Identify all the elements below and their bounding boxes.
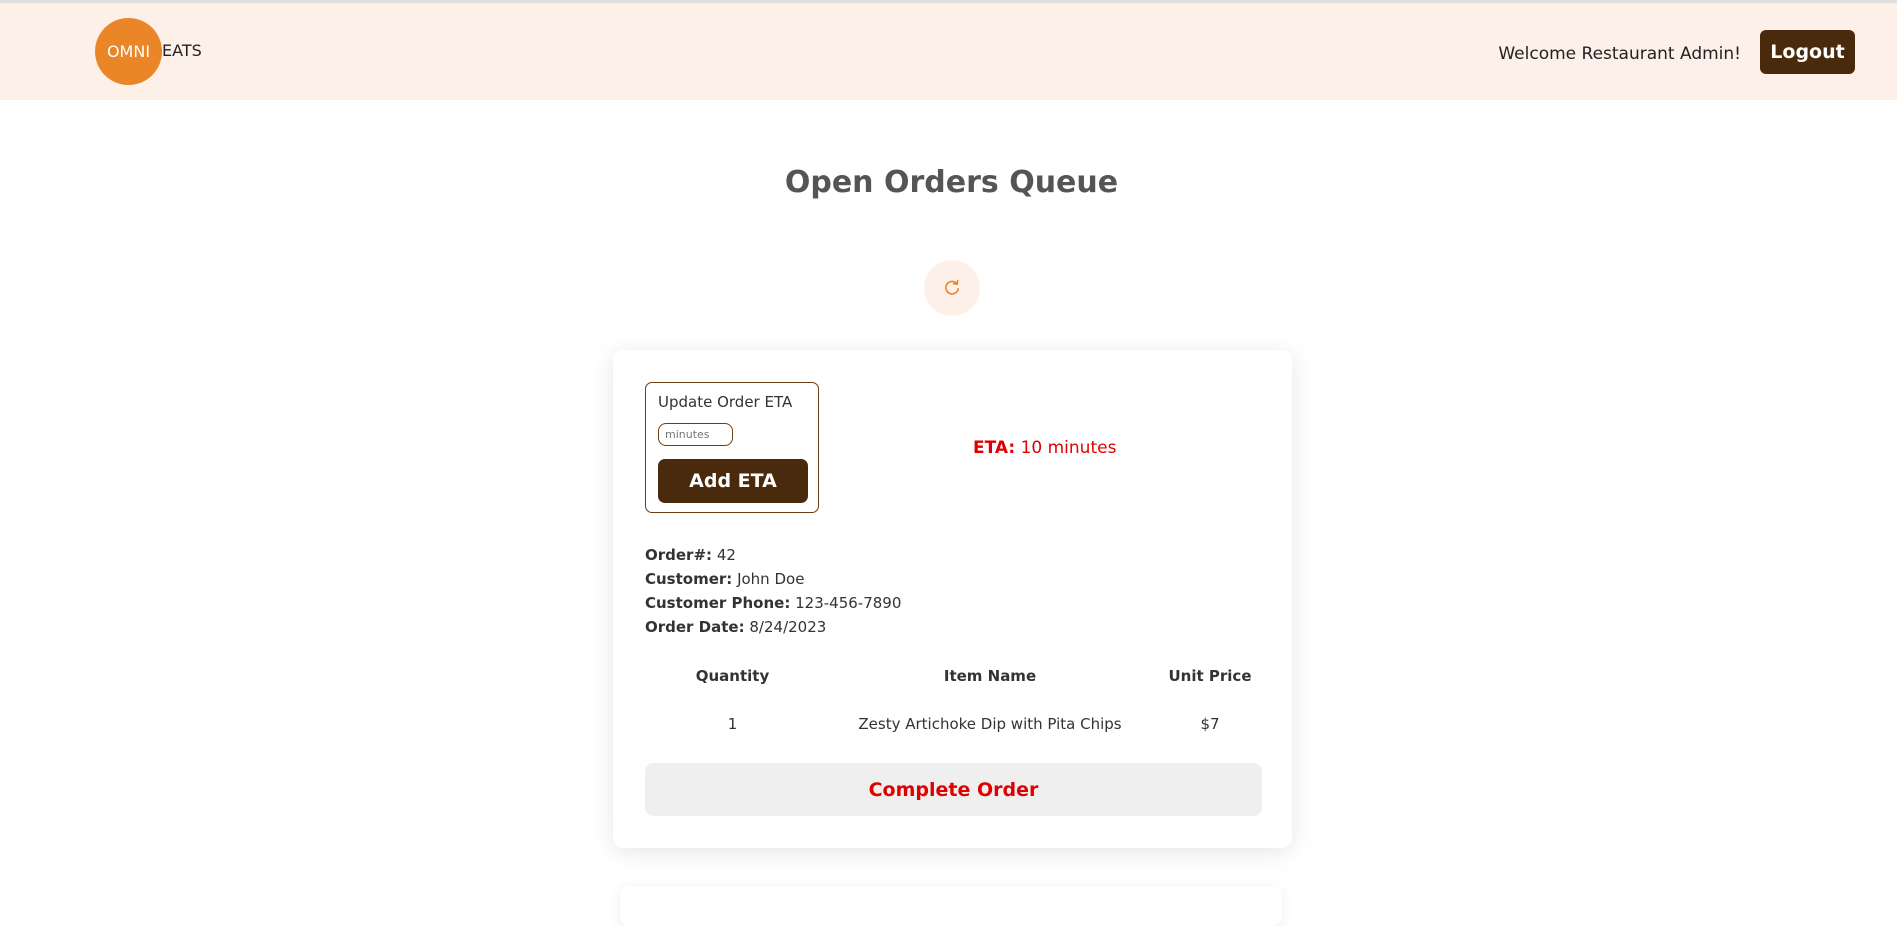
next-order-card — [620, 886, 1282, 926]
eta-label: ETA: — [973, 438, 1016, 458]
item-name: Zesty Artichoke Dip with Pita Chips — [858, 715, 1122, 733]
complete-order-button[interactable]: Complete Order — [645, 763, 1262, 816]
column-header-quantity: Quantity — [695, 667, 770, 685]
order-card: Update Order ETA Add ETA ETA: 10 minutes… — [613, 350, 1292, 848]
logo-circle-text: OMNI — [106, 42, 151, 61]
column-header-item-name: Item Name — [943, 667, 1037, 685]
page-title: Open Orders Queue — [784, 165, 1119, 200]
eta-minutes-input[interactable] — [658, 423, 733, 446]
customer-phone-label: Customer Phone: — [645, 594, 791, 612]
order-date-label: Order Date: — [645, 618, 745, 636]
order-date: 8/24/2023 — [749, 618, 827, 636]
customer-line: Customer: John Doe — [645, 570, 804, 588]
eta-update-label: Update Order ETA — [658, 393, 793, 411]
refresh-icon — [945, 279, 959, 295]
refresh-button[interactable] — [924, 260, 980, 316]
eta-value: 10 minutes — [1020, 438, 1117, 458]
order-date-line: Order Date: 8/24/2023 — [645, 618, 826, 636]
customer-label: Customer: — [645, 570, 733, 588]
order-number-label: Order#: — [645, 546, 713, 564]
customer-phone-line: Customer Phone: 123-456-7890 — [645, 594, 901, 612]
logo-text: EATS — [162, 41, 202, 60]
add-eta-button[interactable]: Add ETA — [658, 459, 808, 503]
welcome-message: Welcome Restaurant Admin! — [1498, 44, 1741, 64]
app-header: OMNI EATS Welcome Restaurant Admin! Logo… — [0, 3, 1897, 100]
customer-phone: 123-456-7890 — [795, 594, 902, 612]
customer-name: John Doe — [737, 570, 805, 588]
item-unit-price: $7 — [1200, 715, 1220, 733]
order-number: 42 — [716, 546, 736, 564]
logout-button[interactable]: Logout — [1760, 30, 1855, 74]
item-quantity: 1 — [727, 715, 738, 733]
order-number-line: Order#: 42 — [645, 546, 736, 564]
eta-update-box: Update Order ETA Add ETA — [645, 382, 819, 513]
logo-circle[interactable]: OMNI — [95, 18, 162, 85]
eta-display: ETA: 10 minutes — [973, 438, 1116, 458]
column-header-unit-price: Unit Price — [1168, 667, 1252, 685]
